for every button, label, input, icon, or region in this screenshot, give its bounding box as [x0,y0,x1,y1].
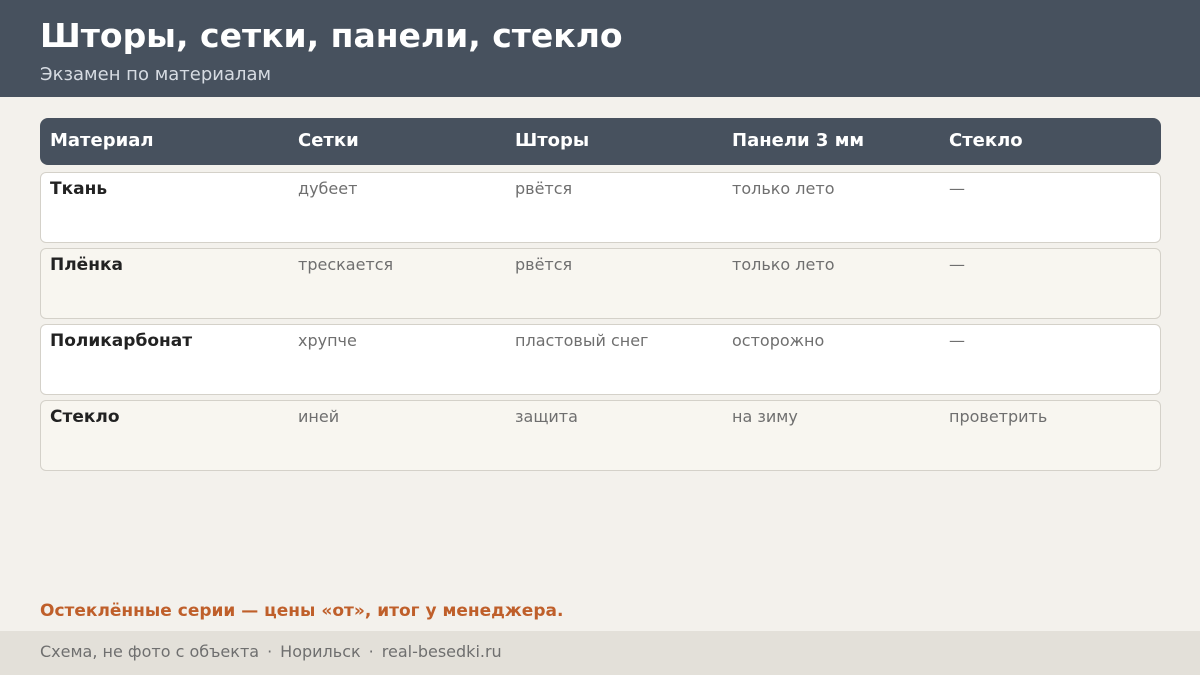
material-name: Ткань [50,179,108,199]
header: Шторы, сетки, панели, стекло Экзамен по … [0,0,1200,97]
footer-separator: · [368,642,374,661]
table-row: Поликарбонат хрупче пластовый снег остор… [40,324,1161,395]
panels-cell: на зиму [732,407,798,426]
panels-cell: только лето [732,255,835,274]
glass-cell: — [949,255,965,274]
column-header-material: Материал [50,130,154,151]
column-header-nets: Сетки [298,130,359,151]
panels-cell: только лето [732,179,835,198]
table-row: Стекло иней защита на зиму проветрить [40,400,1161,471]
footer-city: Норильск [280,642,361,661]
material-name: Поликарбонат [50,331,193,351]
material-name: Плёнка [50,255,123,275]
nets-cell: иней [298,407,340,426]
footer-separator: · [267,642,273,661]
glass-cell: проветрить [949,407,1048,426]
glass-cell: — [949,179,965,198]
footer: Схема, не фото с объекта · Норильск · real-b… [0,631,1200,675]
nets-cell: дубеет [298,179,358,198]
curtains-cell: пластовый снег [515,331,649,350]
table-row: Плёнка трескается рвётся только лето — [40,248,1161,319]
curtains-cell: защита [515,407,578,426]
curtains-cell: рвётся [515,255,573,274]
page-subtitle: Экзамен по материалам [40,64,272,85]
table-header: Материал Сетки Шторы Панели 3 мм Стекло [40,118,1161,165]
nets-cell: хрупче [298,331,357,350]
table-row: Ткань дубеет рвётся только лето — [40,172,1161,243]
page-title: Шторы, сетки, панели, стекло [40,16,623,55]
nets-cell: трескается [298,255,394,274]
footer-disclaimer: Схема, не фото с объекта [40,642,260,661]
curtains-cell: рвётся [515,179,573,198]
panels-cell: осторожно [732,331,825,350]
footer-caption: Схема, не фото с объекта · Норильск · real-b… [40,640,502,664]
glass-cell: — [949,331,965,350]
column-header-glass: Стекло [949,130,1023,151]
material-name: Стекло [50,407,120,427]
column-header-panels: Панели 3 мм [732,130,865,151]
price-note: Остеклённые серии — цены «от», итог у ме… [40,601,564,621]
column-header-curtains: Шторы [515,130,590,151]
footer-site: real-besedki.ru [381,642,502,661]
